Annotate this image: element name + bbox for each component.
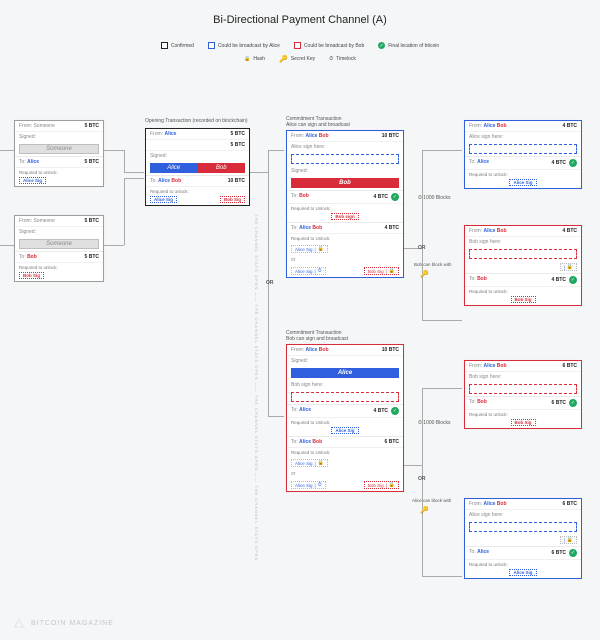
card-fund-2: From: Someone5 BTC Signed: Someone To: B… bbox=[14, 215, 104, 282]
channel-open-label: THE CHANNEL STAYS OPEN —— THE CHANNEL ST… bbox=[254, 214, 259, 634]
card-commit-alice: From: Alice Bob10 BTC Alice sign here: S… bbox=[286, 130, 404, 278]
legend-timelock: Timelock bbox=[329, 56, 356, 62]
card-fund-1: From: Someone5 BTC Signed: Someone To: A… bbox=[14, 120, 104, 187]
watermark: BITCOIN MAGAZINE bbox=[12, 616, 114, 630]
legend-bob: Could be broadcast by Bob bbox=[294, 42, 364, 49]
split-sig: AliceBob bbox=[150, 163, 245, 173]
card-resolve-alice-timelock: From: Alice Bob4 BTC Alice sign here: To… bbox=[464, 120, 582, 189]
card-opening: From: Alice5 BTC x5 BTC Signed: AliceBob… bbox=[145, 128, 250, 206]
caption-opening: Opening Transaction (recorded on blockch… bbox=[145, 118, 248, 124]
blocks-1: 1000 Blocks bbox=[418, 195, 451, 201]
alice-block: Alice can block with bbox=[412, 498, 451, 503]
someone-sig: Someone bbox=[19, 144, 99, 154]
caption-commit-bob: Commitment TransactionBob can sign and b… bbox=[286, 330, 348, 342]
legend-confirmed: Confirmed bbox=[161, 42, 194, 49]
bob-block: Bob can block with bbox=[414, 262, 452, 267]
legend-alice: Could be broadcast by Alice bbox=[208, 42, 280, 49]
card-resolve-bob-breach: From: Alice Bob4 BTC Bob sign here: | To… bbox=[464, 225, 582, 306]
caption-commit-alice: Commitment TransactionAlice can sign and… bbox=[286, 116, 350, 128]
card-resolve-bob-timelock: From: Alice Bob6 BTC Bob sign here: To: … bbox=[464, 360, 582, 429]
or-right-2: OR bbox=[418, 476, 426, 482]
or-alice-bob: OR bbox=[266, 280, 274, 286]
bob-sig: Bob bbox=[291, 178, 399, 188]
card-resolve-alice-breach: From: Alice Bob6 BTC Alice sign here: | … bbox=[464, 498, 582, 579]
legend-final: ✓Final location of bitcoin bbox=[378, 42, 439, 49]
or-right-1: OR bbox=[418, 245, 426, 251]
alice-sig: Alice bbox=[291, 368, 399, 378]
legend-hash: Hash bbox=[244, 56, 265, 62]
blocks-2: 1000 Blocks bbox=[418, 420, 451, 426]
someone-sig: Someone bbox=[19, 239, 99, 249]
legend-secret: Secret Key bbox=[279, 55, 315, 63]
card-commit-bob: From: Alice Bob10 BTC Signed: Alice Bob … bbox=[286, 344, 404, 492]
page-title: Bi-Directional Payment Channel (A) bbox=[0, 14, 600, 26]
legend: Confirmed Could be broadcast by Alice Co… bbox=[0, 42, 600, 63]
